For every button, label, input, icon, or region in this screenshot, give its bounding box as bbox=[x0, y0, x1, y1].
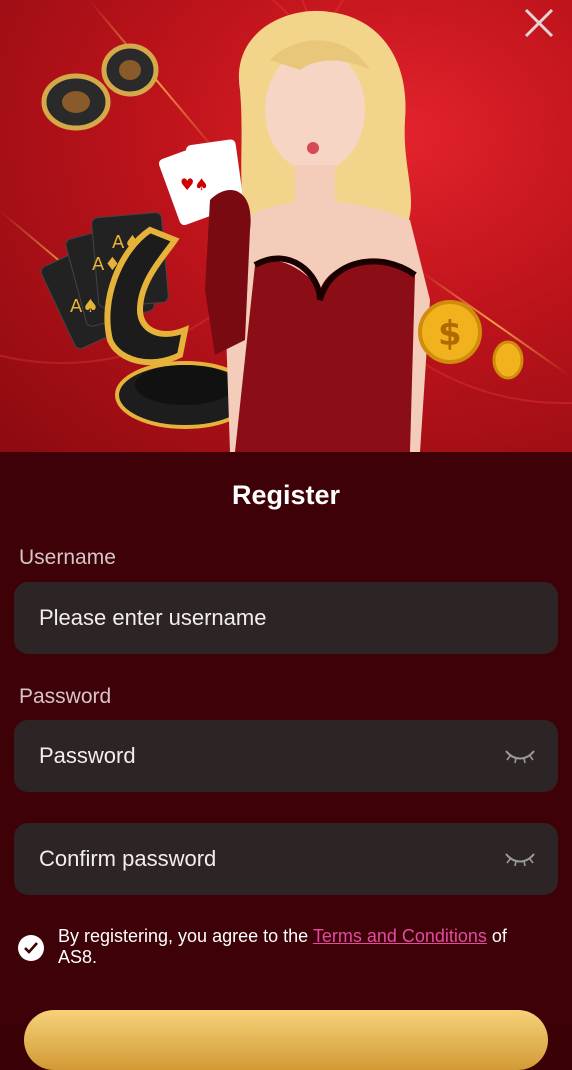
username-label: Username bbox=[19, 546, 116, 569]
register-button[interactable] bbox=[24, 1010, 548, 1070]
terms-link[interactable]: Terms and Conditions bbox=[313, 926, 487, 946]
hero-banner: A♠ A♦ A♠ ♥♠ $ bbox=[0, 0, 572, 452]
terms-text: By registering, you agree to the Terms a… bbox=[58, 926, 548, 968]
eye-closed-icon[interactable] bbox=[504, 848, 536, 868]
model-figure bbox=[205, 10, 430, 452]
eye-closed-icon[interactable] bbox=[504, 745, 536, 765]
agree-checkbox[interactable] bbox=[18, 935, 44, 961]
svg-text:A♠: A♠ bbox=[70, 296, 98, 317]
password-placeholder: Password bbox=[39, 743, 136, 768]
password-label: Password bbox=[19, 685, 112, 708]
confirm-password-input[interactable]: Confirm password bbox=[14, 823, 558, 895]
svg-text:$: $ bbox=[438, 314, 462, 354]
confirm-password-placeholder: Confirm password bbox=[39, 846, 217, 871]
chip-icon bbox=[41, 43, 159, 131]
password-input[interactable]: Password bbox=[14, 720, 558, 792]
page-title: Register bbox=[231, 480, 341, 510]
svg-text:♥♠: ♥♠ bbox=[180, 175, 209, 194]
close-icon[interactable] bbox=[522, 6, 556, 40]
gold-coin-icon: $ bbox=[418, 300, 524, 380]
agree-prefix: By registering, you agree to the bbox=[58, 926, 313, 946]
username-input[interactable]: Please enter username bbox=[14, 582, 558, 654]
casino-illustration: A♠ A♦ A♠ ♥♠ $ bbox=[40, 10, 524, 452]
checkmark-icon bbox=[24, 942, 38, 954]
username-placeholder: Please enter username bbox=[39, 605, 267, 630]
